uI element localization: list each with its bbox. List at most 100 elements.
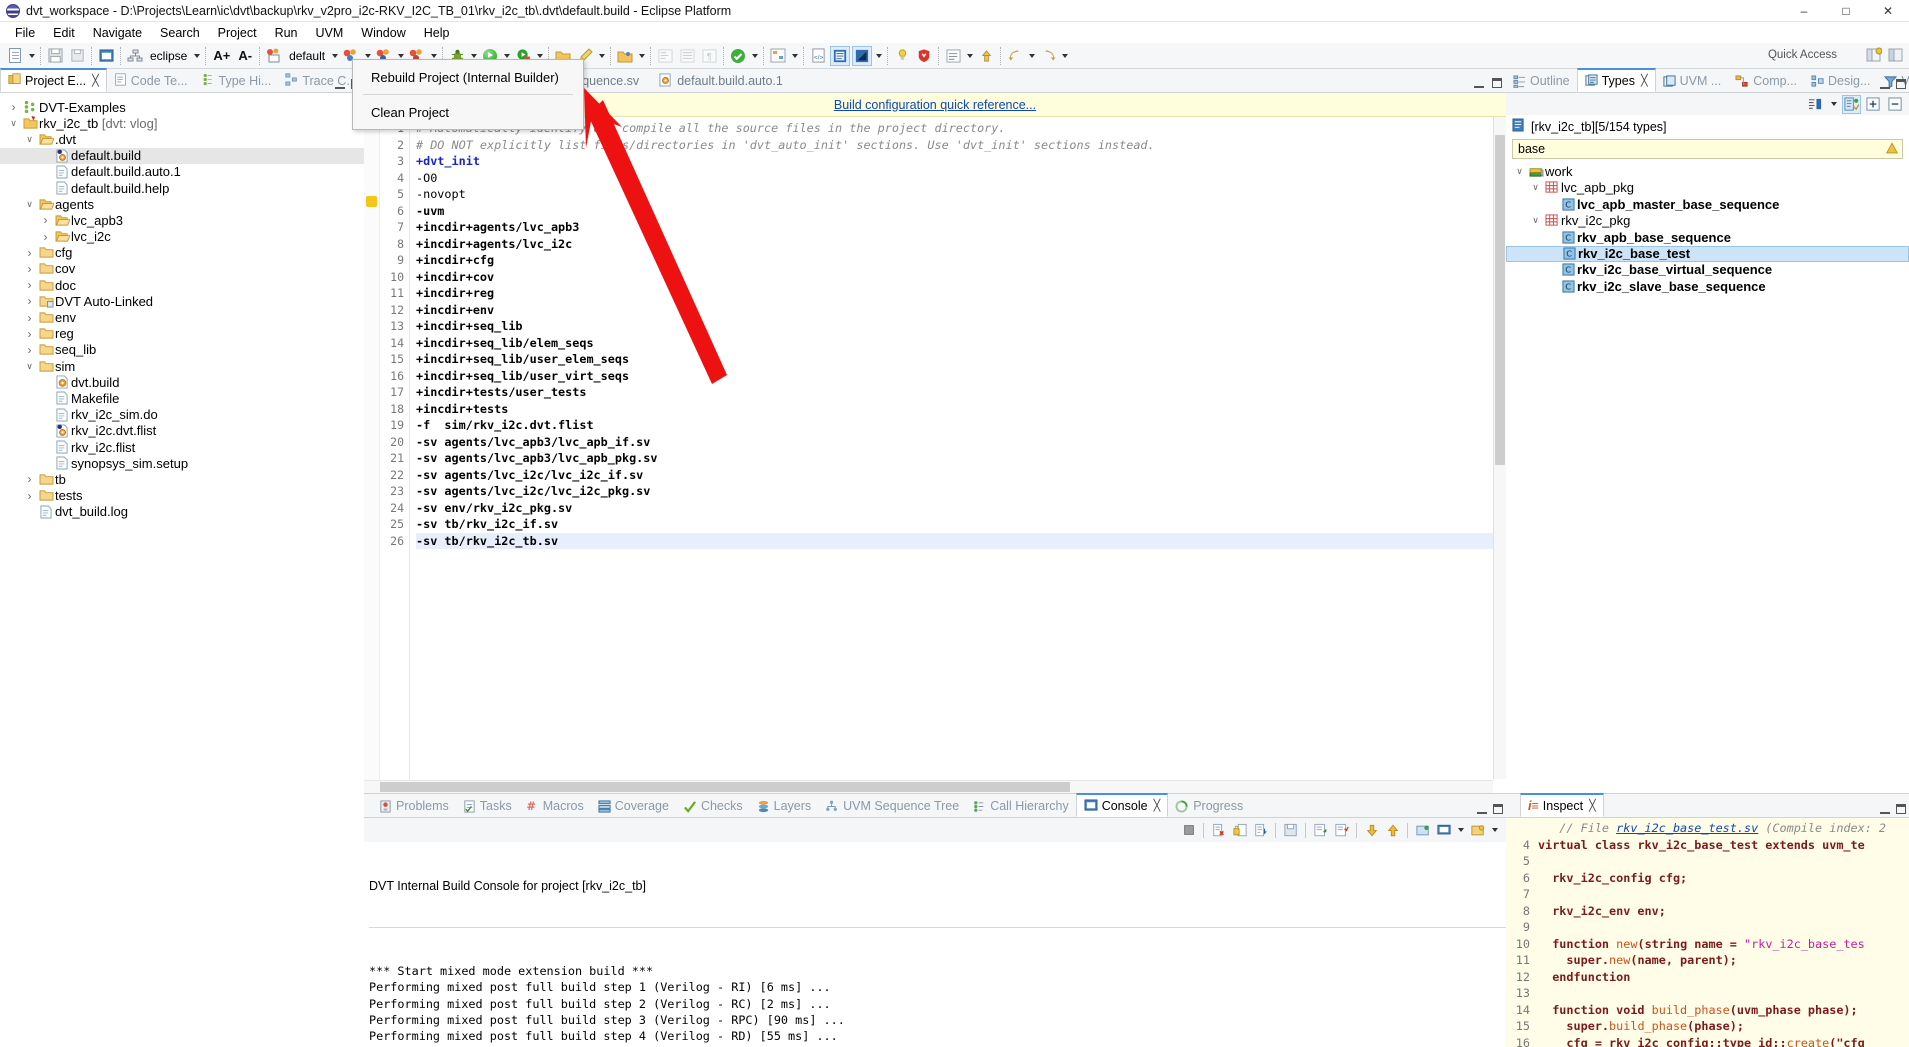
menu-uvm[interactable]: UVM bbox=[307, 24, 353, 42]
code-editor-text[interactable]: # Automatically identify and compile all… bbox=[410, 117, 1506, 793]
collapse-twisty-icon[interactable]: ∨ bbox=[1512, 166, 1527, 177]
source-view-icon[interactable]: </> bbox=[808, 46, 828, 66]
sort-by-icon[interactable] bbox=[1806, 95, 1825, 114]
right-tab-uvm-[interactable]: UVM ... bbox=[1656, 70, 1729, 92]
editor-scroll-thumb[interactable] bbox=[1495, 135, 1505, 465]
minimize-console-icon[interactable] bbox=[1477, 804, 1487, 814]
console-tab-uvm-sequence-tree[interactable]: UVM Sequence Tree bbox=[818, 795, 966, 817]
editor-tab-default-build-auto[interactable]: default.build.auto.1 bbox=[649, 70, 793, 92]
console-output[interactable]: DVT Internal Build Console for project [… bbox=[364, 842, 1506, 1047]
menu-help[interactable]: Help bbox=[415, 24, 459, 42]
tab-project-explorer[interactable]: Project E... ╳ bbox=[0, 68, 107, 92]
open-perspective-icon[interactable] bbox=[1864, 45, 1884, 65]
tree-item-seq-lib[interactable]: › seq_lib bbox=[0, 342, 364, 358]
clear-console-icon[interactable] bbox=[1209, 821, 1228, 840]
tree-item-rkv-i2c-flist[interactable]: rkv_i2c.flist bbox=[0, 439, 364, 455]
toggle-panel-icon[interactable] bbox=[830, 45, 851, 66]
expand-twisty-icon[interactable]: › bbox=[22, 343, 37, 357]
build-config-label[interactable]: default bbox=[285, 49, 329, 63]
collapse-twisty-icon[interactable]: ∨ bbox=[22, 361, 37, 372]
tree-item-rkv-i2c-dvt-flist[interactable]: rkv_i2c.dvt.flist bbox=[0, 423, 364, 439]
right-tab-types[interactable]: Types ╳ bbox=[1576, 68, 1656, 92]
save-icon[interactable] bbox=[45, 46, 65, 66]
tab-inspect[interactable]: i≡ Inspect ╳ bbox=[1520, 793, 1604, 817]
tree-item-dvt-build-log[interactable]: dvt_build.log bbox=[0, 504, 364, 520]
types-item-rkv-apb-base-sequence[interactable]: Crkv_apb_base_sequence bbox=[1506, 229, 1909, 246]
diagram-arrow-icon[interactable] bbox=[789, 46, 800, 66]
close-icon[interactable]: ╳ bbox=[1589, 799, 1596, 812]
menu-run[interactable]: Run bbox=[266, 24, 307, 42]
mask-panel-icon[interactable] bbox=[852, 45, 873, 66]
types-item-lvc-apb-master-base-sequence[interactable]: Clvc_apb_master_base_sequence bbox=[1506, 196, 1909, 213]
console-tab-coverage[interactable]: Coverage bbox=[591, 795, 676, 817]
scroll-lock-icon[interactable] bbox=[1251, 821, 1270, 840]
pin-console-icon[interactable] bbox=[1413, 821, 1432, 840]
mask-arrow-icon[interactable] bbox=[873, 46, 884, 66]
new-dropdown-arrow-icon[interactable] bbox=[26, 46, 37, 66]
font-increase-button[interactable]: A+ bbox=[209, 48, 234, 63]
tree-item-env[interactable]: › env bbox=[0, 309, 364, 325]
console-tab-tasks[interactable]: Tasks bbox=[456, 795, 519, 817]
menu-search[interactable]: Search bbox=[151, 24, 209, 42]
expand-twisty-icon[interactable]: › bbox=[38, 213, 53, 227]
tree-item-cov[interactable]: › cov bbox=[0, 261, 364, 277]
right-tab-outline[interactable]: Outline bbox=[1506, 70, 1577, 92]
close-icon[interactable]: ╳ bbox=[1154, 799, 1161, 812]
collapse-twisty-icon[interactable]: ∨ bbox=[22, 199, 37, 210]
save-all-icon[interactable] bbox=[67, 46, 87, 66]
group-types-icon[interactable] bbox=[1842, 94, 1861, 114]
warning-marker-icon[interactable] bbox=[366, 196, 377, 207]
back-arrow-icon[interactable] bbox=[1026, 46, 1037, 66]
types-item-rkv-i2c-base-test[interactable]: Crkv_i2c_base_test bbox=[1506, 245, 1909, 262]
console-menu-arrow-icon[interactable] bbox=[1489, 820, 1500, 840]
open-console-menu-icon[interactable] bbox=[1468, 821, 1487, 840]
expand-twisty-icon[interactable]: › bbox=[22, 472, 37, 486]
inspect-code-text[interactable]: // File rkv_i2c_base_test.sv (Compile in… bbox=[1534, 818, 1909, 1047]
minimize-right-view-icon[interactable] bbox=[1880, 79, 1890, 89]
maximize-inspect-icon[interactable] bbox=[1896, 804, 1906, 814]
menu-window[interactable]: Window bbox=[352, 24, 414, 42]
checks-pass-icon[interactable] bbox=[728, 46, 748, 66]
expand-twisty-icon[interactable]: › bbox=[6, 100, 21, 114]
tree-item-cfg[interactable]: › cfg bbox=[0, 245, 364, 261]
forward-icon[interactable] bbox=[1038, 46, 1058, 66]
eclipse-config-label[interactable]: eclipse bbox=[146, 49, 191, 63]
scroll-down-icon[interactable] bbox=[1362, 821, 1381, 840]
types-item-rkv-i2c-slave-base-sequence[interactable]: Crkv_i2c_slave_base_sequence bbox=[1506, 278, 1909, 295]
close-icon[interactable]: ╳ bbox=[1641, 74, 1648, 87]
menu-navigate[interactable]: Navigate bbox=[84, 24, 151, 42]
expand-all-icon[interactable] bbox=[1864, 95, 1883, 114]
tree-item-tb[interactable]: › tb bbox=[0, 471, 364, 487]
expand-twisty-icon[interactable]: › bbox=[22, 311, 37, 325]
tree-item-agents[interactable]: ∨ agents bbox=[0, 196, 364, 212]
console-tab-progress[interactable]: Progress bbox=[1168, 795, 1250, 817]
console-tab-console[interactable]: Console ╳ bbox=[1075, 793, 1169, 817]
maximize-right-view-icon[interactable] bbox=[1896, 79, 1906, 89]
console-tab-layers[interactable]: Layers bbox=[750, 795, 819, 817]
project-explorer-tree[interactable]: › DVT-Examples ∨ rkv_i2c_tb [dvt: vlog] ∨ .dv… bbox=[0, 93, 364, 1047]
tree-item-synopsys-sim-setup[interactable]: synopsys_sim.setup bbox=[0, 455, 364, 471]
expand-twisty-icon[interactable]: › bbox=[22, 489, 37, 503]
maximize-button[interactable]: □ bbox=[1825, 0, 1867, 22]
minimize-editor-icon[interactable] bbox=[1474, 78, 1484, 88]
sort-arrow-icon[interactable] bbox=[1828, 94, 1839, 114]
console-tab-checks[interactable]: Checks bbox=[676, 795, 750, 817]
right-tab-comp-[interactable]: Comp... bbox=[1728, 70, 1804, 92]
tree-item-lvc-apb3[interactable]: › lvc_apb3 bbox=[0, 212, 364, 228]
console-tab-call-hierarchy[interactable]: Call Hierarchy bbox=[966, 795, 1076, 817]
inspect-body[interactable]: 45678910111213141516171819 // File rkv_i… bbox=[1506, 818, 1909, 1047]
close-button[interactable]: ✕ bbox=[1867, 0, 1909, 22]
build-config-quick-reference-link[interactable]: Build configuration quick reference... bbox=[834, 98, 1036, 112]
annotation-ruler[interactable] bbox=[364, 117, 380, 793]
checks-arrow-icon[interactable] bbox=[749, 46, 760, 66]
types-tree[interactable]: ∨ work ∨ lvc_apb_pkg Clvc_apb_master_base_se… bbox=[1506, 161, 1909, 793]
minimize-inspect-icon[interactable] bbox=[1880, 804, 1890, 814]
diagram-icon[interactable] bbox=[768, 46, 788, 66]
paragraph-mark-icon[interactable]: ¶ bbox=[699, 46, 719, 66]
task-list-arrow-icon[interactable] bbox=[964, 46, 975, 66]
expand-twisty-icon[interactable]: › bbox=[22, 278, 37, 292]
perspective-dvt-icon[interactable] bbox=[1886, 45, 1906, 65]
task-list-icon[interactable] bbox=[943, 46, 963, 66]
tree-item-reg[interactable]: › reg bbox=[0, 326, 364, 342]
collapse-all-icon[interactable] bbox=[1886, 95, 1905, 114]
